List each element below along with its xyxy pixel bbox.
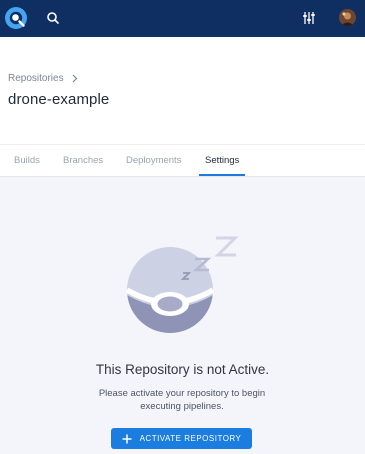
breadcrumb-repositories-link[interactable]: Repositories <box>8 73 64 84</box>
sliders-icon[interactable] <box>301 10 317 26</box>
activate-repository-button[interactable]: ACTIVATE REPOSITORY <box>111 428 252 449</box>
repo-header: Repositories drone-example <box>0 37 365 144</box>
empty-state-description: Please activate your repository to begin… <box>98 388 266 412</box>
tab-builds[interactable]: Builds <box>14 145 40 177</box>
user-avatar-icon[interactable] <box>339 9 356 26</box>
search-icon[interactable] <box>45 10 61 26</box>
tab-branches[interactable]: Branches <box>63 145 103 177</box>
drone-logo-icon[interactable] <box>5 7 27 29</box>
chevron-right-icon <box>72 74 77 83</box>
empty-state-title: This Repository is not Active. <box>95 362 270 377</box>
page-title: drone-example <box>8 91 110 108</box>
breadcrumb: Repositories <box>8 73 78 84</box>
top-nav-bar <box>0 0 365 37</box>
activate-repository-label: ACTIVATE REPOSITORY <box>139 434 242 443</box>
sleeping-drone-icon <box>122 235 240 337</box>
plus-icon <box>122 434 132 443</box>
tab-settings[interactable]: Settings <box>205 145 239 177</box>
active-tab-indicator <box>199 174 245 176</box>
repo-tabs: Builds Branches Deployments Settings <box>0 144 365 177</box>
tab-deployments[interactable]: Deployments <box>126 145 181 177</box>
